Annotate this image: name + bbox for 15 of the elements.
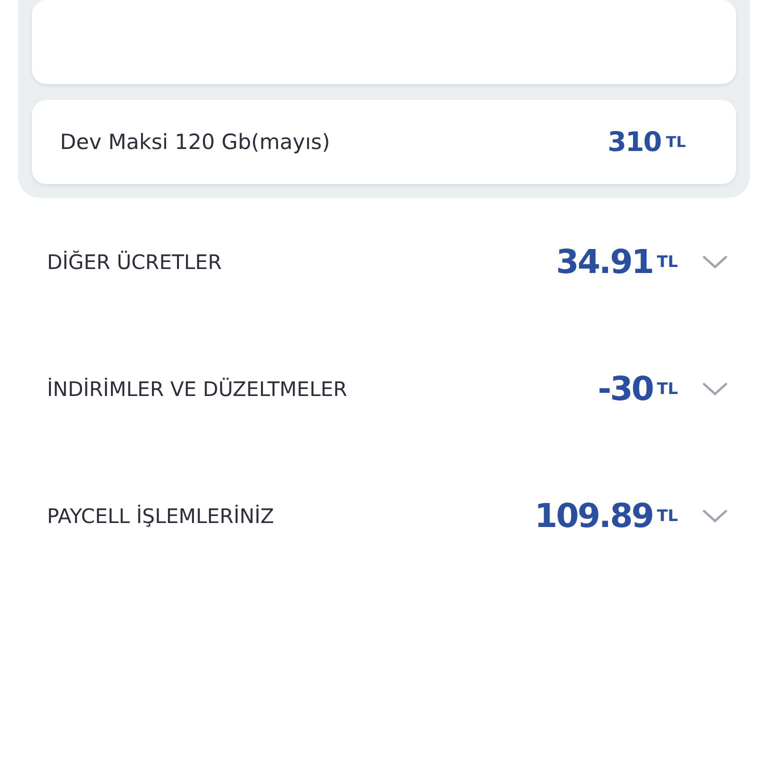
chevron-icon[interactable] <box>702 382 728 396</box>
chevron-icon[interactable] <box>702 254 728 268</box>
section-title: DİĞER ÜCRETLER <box>47 250 223 274</box>
section-amount: 34.91 <box>556 242 653 281</box>
item-name: Dev Maksi 120 Gb(mayıs) <box>60 130 332 154</box>
section-amount: -30 <box>598 369 653 408</box>
section-title: İNDİRİMLER VE DÜZELTMELER <box>47 376 348 400</box>
currency-label: TL <box>656 252 678 271</box>
currency-label: TL <box>666 133 687 151</box>
section-title: PAYCELL İŞLEMLERİNİZ <box>47 504 276 528</box>
chevron-icon[interactable] <box>702 508 728 522</box>
currency-label: TL <box>656 506 678 525</box>
section-amount: 109.89 <box>534 496 653 535</box>
item-amount: 310 <box>608 126 661 158</box>
currency-label: TL <box>656 379 678 398</box>
